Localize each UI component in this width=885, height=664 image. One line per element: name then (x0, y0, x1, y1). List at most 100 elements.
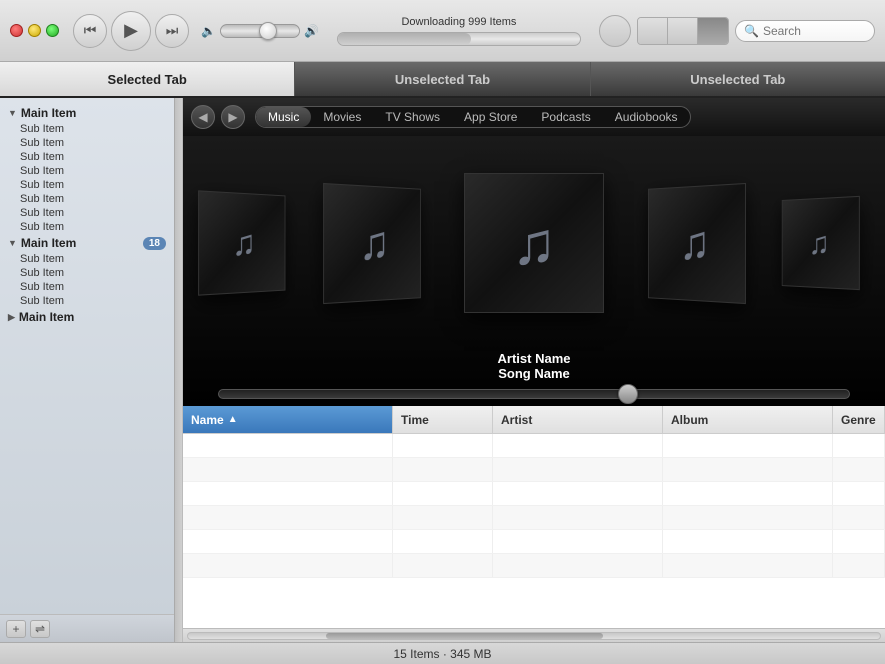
volume-control: 🔈 🔊 (201, 24, 319, 38)
table-row[interactable] (183, 458, 885, 482)
add-button[interactable]: + (6, 620, 26, 638)
table-row[interactable] (183, 434, 885, 458)
song-name: Song Name (498, 366, 571, 381)
volume-thumb[interactable] (259, 22, 277, 40)
album-info: Artist Name Song Name (498, 351, 571, 381)
nav-movies[interactable]: Movies (311, 107, 373, 127)
volume-high-icon: 🔊 (304, 24, 319, 38)
sidebar-main-item-2[interactable]: ▼ Main Item 18 (0, 234, 174, 252)
progress-bar[interactable] (218, 389, 850, 399)
traffic-lights (10, 24, 59, 37)
sidebar-main-item-3[interactable]: ▶ Main Item (0, 308, 174, 326)
table-row[interactable] (183, 530, 885, 554)
volume-slider[interactable] (220, 24, 300, 38)
navbar: ◀ ▶ Music Movies TV Shows App Store Podc… (183, 98, 885, 136)
table-header: Name ▲ Time Artist Album Genre (183, 406, 885, 434)
nav-app-store[interactable]: App Store (452, 107, 529, 127)
download-label: Downloading 999 Items (401, 16, 516, 28)
album-cover-right[interactable]: ♫ (648, 182, 746, 303)
horizontal-scrollbar[interactable] (183, 628, 885, 642)
playback-controls: ⏮ ▶ ⏭ (73, 11, 189, 51)
volume-low-icon: 🔈 (201, 24, 216, 38)
column-time[interactable]: Time (393, 406, 493, 433)
collapse-icon-3: ▶ (8, 312, 15, 323)
table-row[interactable] (183, 554, 885, 578)
nav-music[interactable]: Music (256, 107, 311, 127)
list-item[interactable]: Sub Item (0, 280, 174, 294)
sidebar-scroll[interactable]: ▼ Main Item Sub Item Sub Item Sub Item S… (0, 98, 174, 614)
search-input[interactable] (763, 24, 866, 38)
minimize-button[interactable] (28, 24, 41, 37)
scrollbar-track[interactable] (187, 632, 881, 640)
coverflow-view-button[interactable] (698, 18, 728, 44)
album-cover-left[interactable]: ♫ (323, 182, 421, 303)
column-artist[interactable]: Artist (493, 406, 663, 433)
main-panel: ◀ ▶ Music Movies TV Shows App Store Podc… (183, 98, 885, 642)
tab-unselected-2[interactable]: Unselected Tab (591, 62, 885, 96)
nav-podcasts[interactable]: Podcasts (529, 107, 602, 127)
shuffle-button[interactable]: ⇌ (30, 620, 50, 638)
list-item[interactable]: Sub Item (0, 136, 174, 150)
list-item[interactable]: Sub Item (0, 206, 174, 220)
nav-back-button[interactable]: ◀ (191, 105, 215, 129)
eject-button[interactable] (599, 15, 631, 47)
nav-forward-button[interactable]: ▶ (221, 105, 245, 129)
collapse-icon-1: ▼ (8, 108, 17, 118)
progress-thumb[interactable] (618, 384, 638, 404)
progress-bar-area (218, 389, 850, 399)
close-button[interactable] (10, 24, 23, 37)
list-item[interactable]: Sub Item (0, 220, 174, 234)
view-buttons (637, 17, 729, 45)
download-progress-fill (338, 33, 471, 45)
search-icon: 🔍 (744, 24, 759, 38)
music-note-icon: ♫ (679, 215, 710, 271)
status-text: 15 Items · 345 MB (393, 647, 491, 661)
nav-audiobooks[interactable]: Audiobooks (603, 107, 690, 127)
titlebar: ⏮ ▶ ⏭ 🔈 🔊 Downloading 999 Items 🔍 (0, 0, 885, 62)
album-cover-far-right[interactable]: ♫ (782, 196, 860, 290)
tab-selected[interactable]: Selected Tab (0, 62, 295, 96)
column-name[interactable]: Name ▲ (183, 406, 393, 433)
table-row[interactable] (183, 482, 885, 506)
category-nav: Music Movies TV Shows App Store Podcasts… (255, 106, 691, 128)
status-bar: 15 Items · 345 MB (0, 642, 885, 664)
tab-unselected-1[interactable]: Unselected Tab (295, 62, 590, 96)
sidebar-main-item-1[interactable]: ▼ Main Item (0, 104, 174, 122)
fast-forward-button[interactable]: ⏭ (155, 14, 189, 48)
maximize-button[interactable] (46, 24, 59, 37)
list-item[interactable]: Sub Item (0, 294, 174, 308)
column-genre[interactable]: Genre (833, 406, 885, 433)
toolbar-right: 🔍 (599, 15, 875, 47)
badge: 18 (143, 237, 166, 250)
table-row[interactable] (183, 506, 885, 530)
list-item[interactable]: Sub Item (0, 266, 174, 280)
list-item[interactable]: Sub Item (0, 150, 174, 164)
music-note-icon: ♫ (512, 209, 557, 278)
scrollbar-thumb[interactable] (326, 633, 603, 639)
play-button[interactable]: ▶ (111, 11, 151, 51)
list-item[interactable]: Sub Item (0, 192, 174, 206)
table-area: Name ▲ Time Artist Album Genre (183, 406, 885, 642)
album-view-button[interactable] (668, 18, 698, 44)
album-cover-center[interactable]: ♫ (464, 173, 604, 313)
resize-handle[interactable] (175, 98, 183, 642)
artist-name: Artist Name (498, 351, 571, 366)
list-item[interactable]: Sub Item (0, 122, 174, 136)
list-item[interactable]: Sub Item (0, 252, 174, 266)
list-item[interactable]: Sub Item (0, 164, 174, 178)
list-view-button[interactable] (638, 18, 668, 44)
nav-tv-shows[interactable]: TV Shows (373, 107, 452, 127)
collapse-icon-2: ▼ (8, 238, 17, 248)
sidebar-footer: + ⇌ (0, 614, 174, 642)
search-box[interactable]: 🔍 (735, 20, 875, 42)
sidebar: ▼ Main Item Sub Item Sub Item Sub Item S… (0, 98, 175, 642)
music-note-icon: ♫ (358, 215, 389, 271)
rewind-button[interactable]: ⏮ (73, 14, 107, 48)
album-cover-far-left[interactable]: ♫ (198, 190, 285, 295)
list-item[interactable]: Sub Item (0, 178, 174, 192)
column-album[interactable]: Album (663, 406, 833, 433)
download-area: Downloading 999 Items (337, 16, 581, 46)
table-rows[interactable] (183, 434, 885, 628)
sort-arrow-icon: ▲ (228, 414, 238, 425)
tab-bar: Selected Tab Unselected Tab Unselected T… (0, 62, 885, 98)
